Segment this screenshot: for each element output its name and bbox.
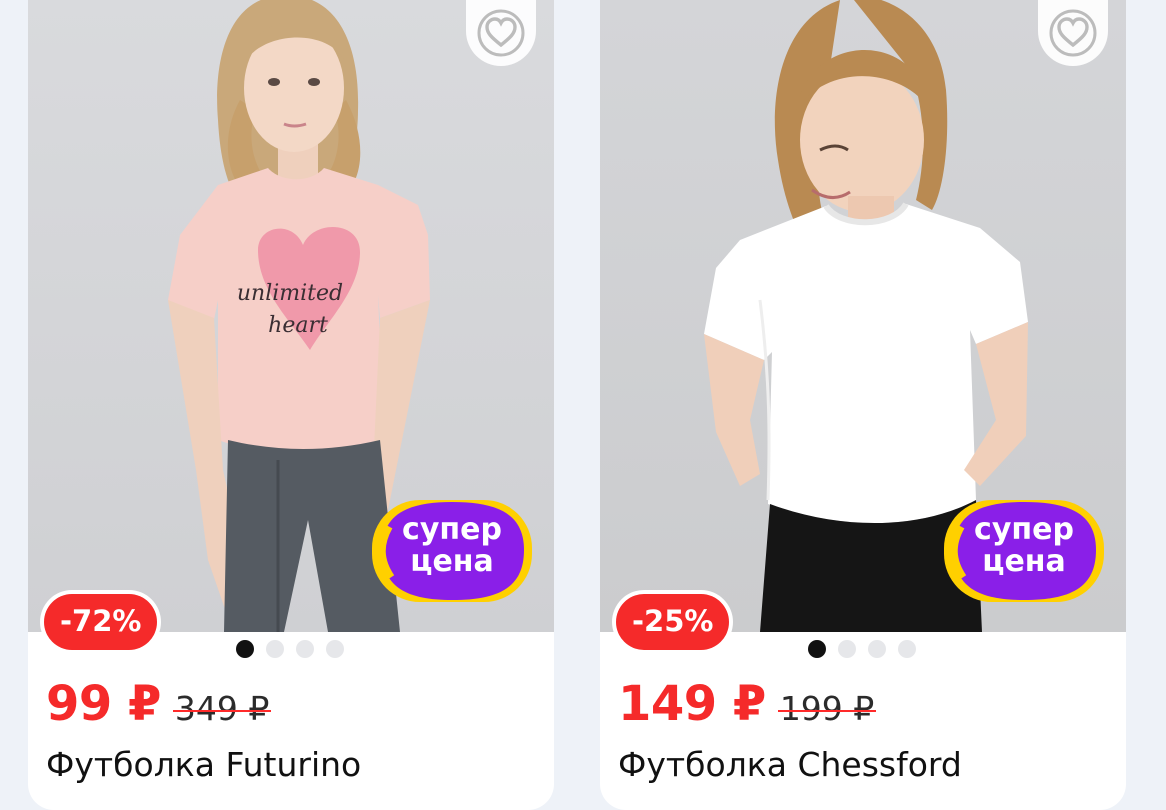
shirt-print-line1: unlimited xyxy=(237,281,343,306)
product-card[interactable]: unlimited heart супер цена -72% 99 ₽ 349… xyxy=(28,0,554,810)
product-photo[interactable]: unlimited heart супер цена xyxy=(28,0,554,632)
product-photo[interactable]: супер цена xyxy=(600,0,1126,632)
carousel-dot[interactable] xyxy=(868,640,886,658)
current-price: 99 ₽ xyxy=(46,676,161,732)
product-title[interactable]: Футболка Futurino xyxy=(46,745,361,784)
carousel-dot[interactable] xyxy=(266,640,284,658)
super-price-line1: супер xyxy=(402,512,502,547)
super-price-badge: супер цена xyxy=(940,496,1108,606)
heart-outline-icon xyxy=(1049,9,1097,57)
heart-outline-icon xyxy=(477,9,525,57)
product-title[interactable]: Футболка Chessford xyxy=(618,745,962,784)
image-carousel-dots xyxy=(236,640,344,658)
super-price-text: супер цена xyxy=(940,514,1108,578)
price-row: 149 ₽ 199 ₽ xyxy=(618,676,877,732)
carousel-dot-active[interactable] xyxy=(236,640,254,658)
carousel-dot[interactable] xyxy=(898,640,916,658)
carousel-dot-active[interactable] xyxy=(808,640,826,658)
carousel-dot[interactable] xyxy=(296,640,314,658)
price-row: 99 ₽ 349 ₽ xyxy=(46,676,272,732)
carousel-dot[interactable] xyxy=(326,640,344,658)
current-price: 149 ₽ xyxy=(618,676,766,732)
shirt-print-line2: heart xyxy=(268,313,328,338)
super-price-line2: цена xyxy=(982,544,1066,579)
discount-badge: -25% xyxy=(612,590,734,654)
discount-badge: -72% xyxy=(40,590,162,654)
discount-value: -72% xyxy=(44,594,158,650)
discount-value: -25% xyxy=(616,594,730,650)
carousel-dot[interactable] xyxy=(838,640,856,658)
super-price-text: супер цена xyxy=(368,514,536,578)
super-price-line2: цена xyxy=(410,544,494,579)
old-price: 349 ₽ xyxy=(172,689,272,728)
image-carousel-dots xyxy=(808,640,916,658)
product-grid: unlimited heart супер цена -72% 99 ₽ 349… xyxy=(0,0,1166,810)
old-price: 199 ₽ xyxy=(777,689,877,728)
super-price-line1: супер xyxy=(974,512,1074,547)
super-price-badge: супер цена xyxy=(368,496,536,606)
product-card[interactable]: супер цена -25% 149 ₽ 199 ₽ Футболка Che… xyxy=(600,0,1126,810)
